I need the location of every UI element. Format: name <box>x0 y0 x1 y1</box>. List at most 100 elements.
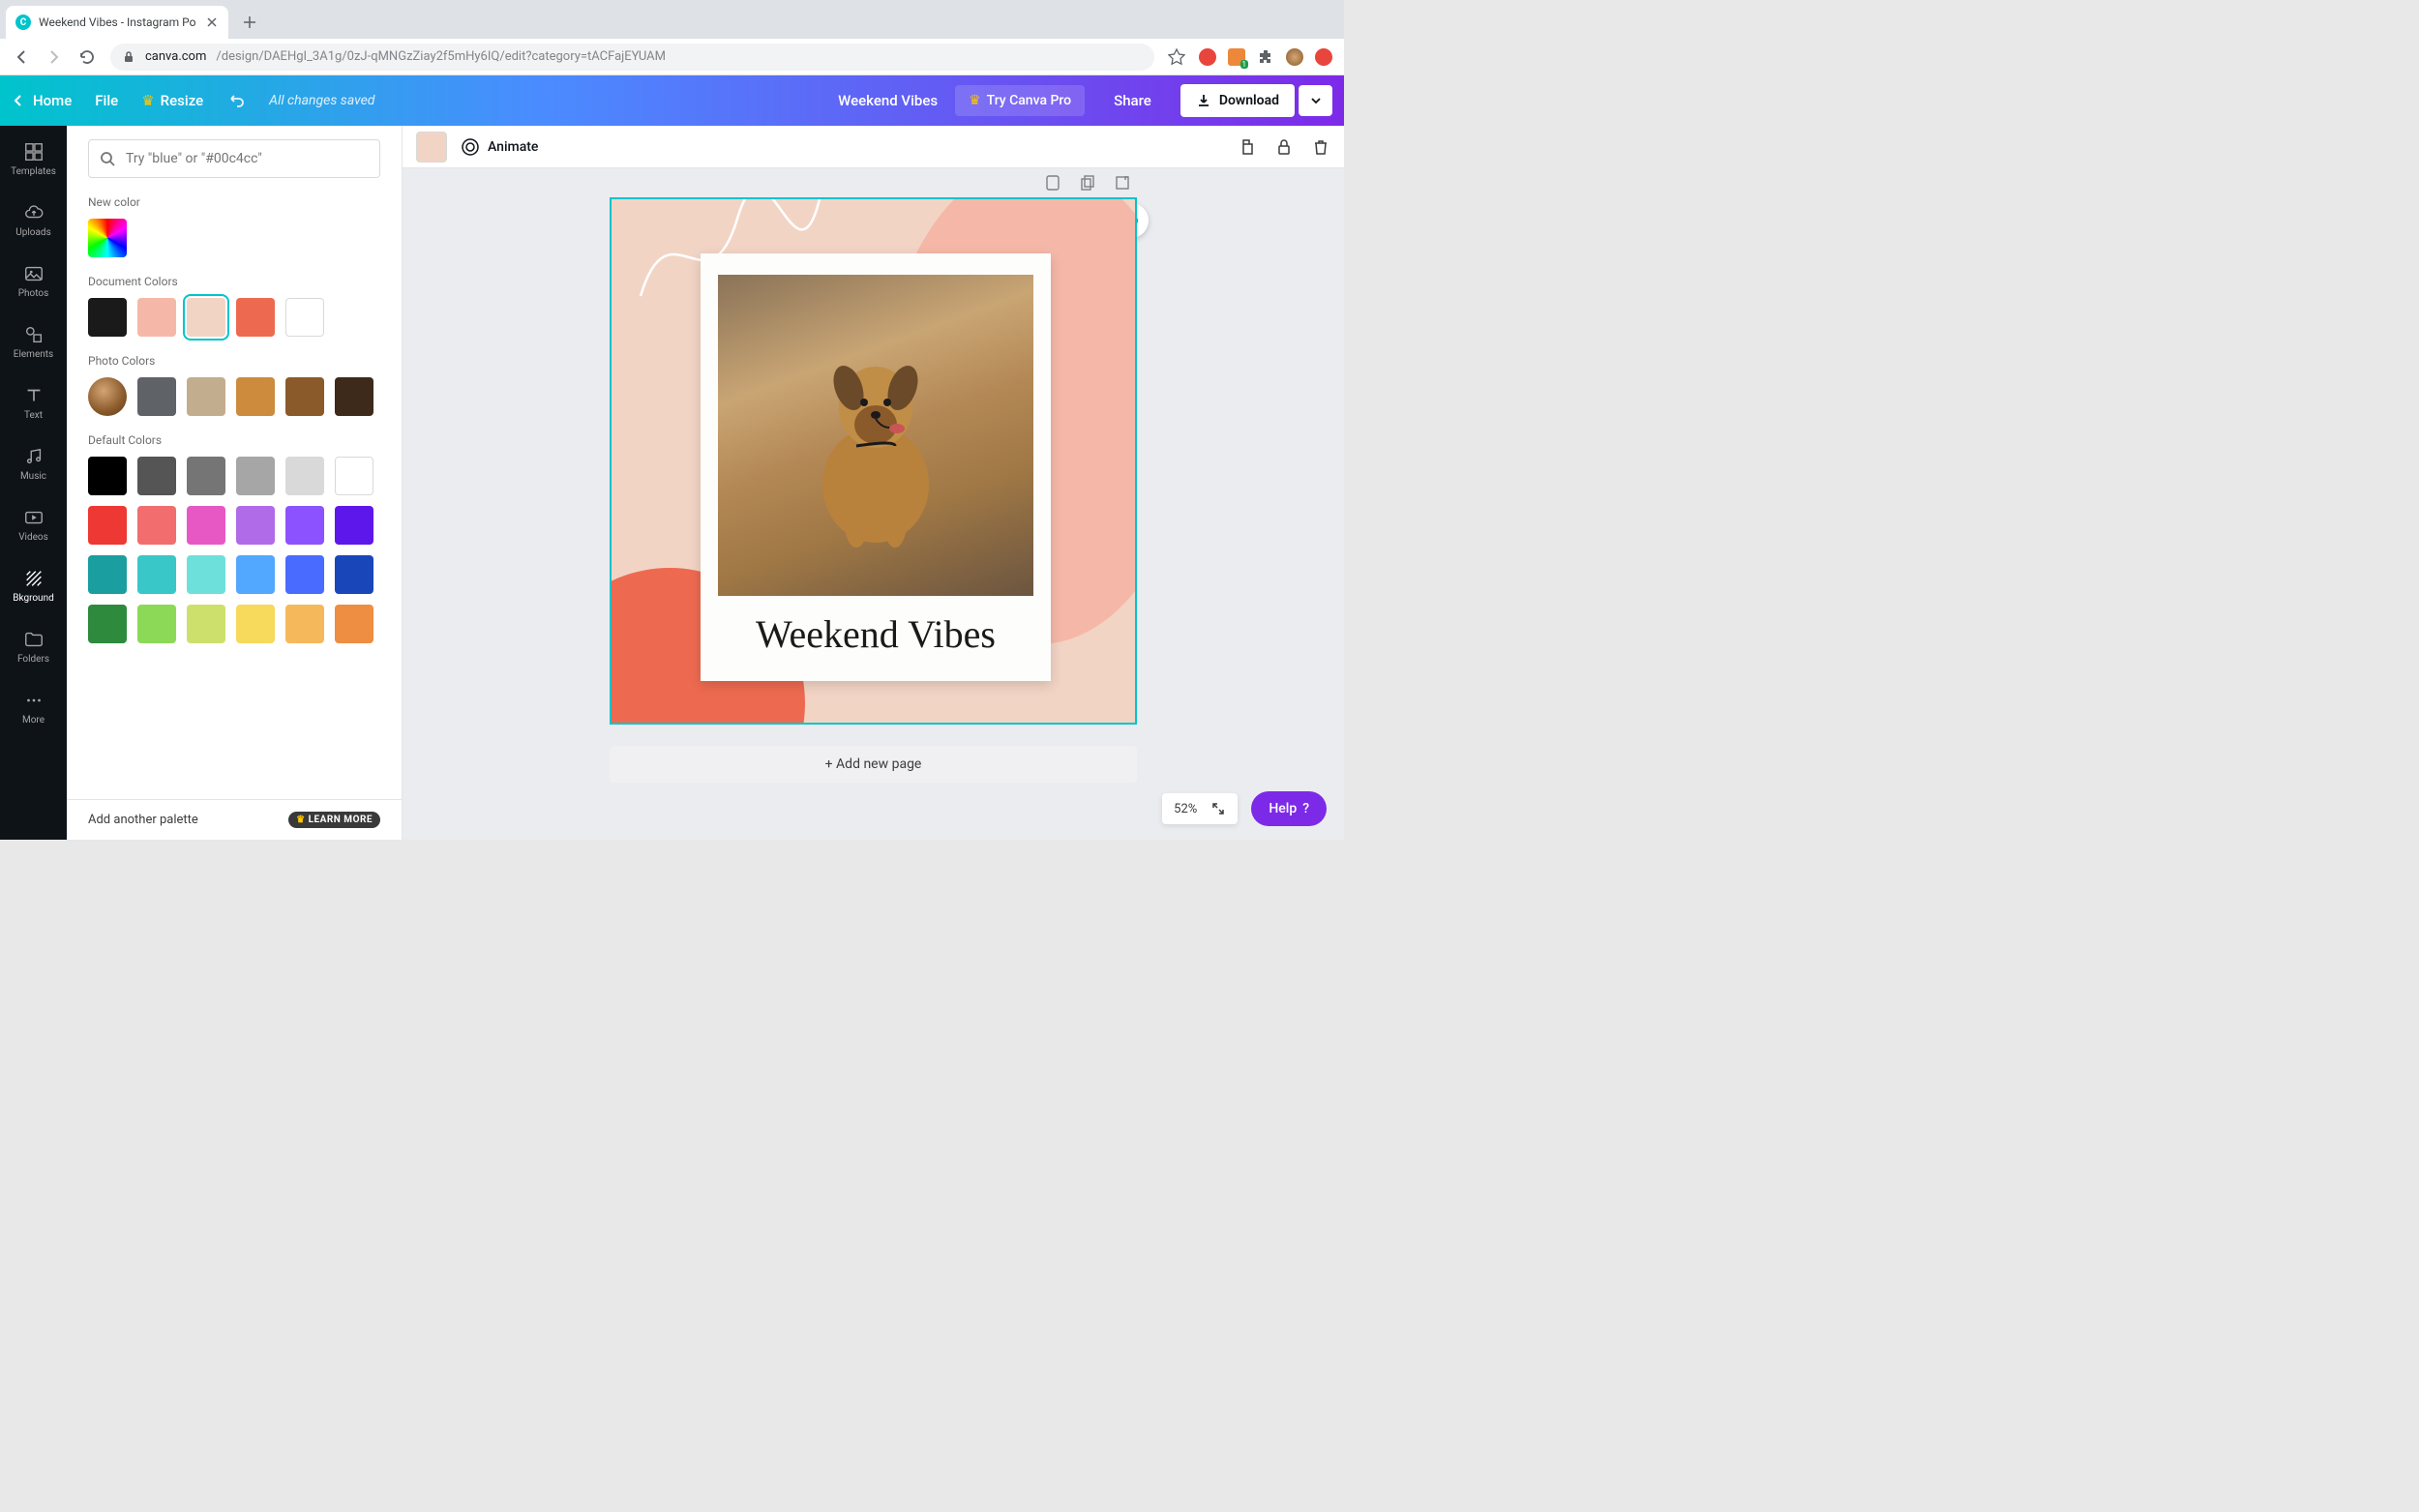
share-button[interactable]: Share <box>1102 84 1163 117</box>
learn-more-button[interactable]: ♛ LEARN MORE <box>288 812 380 828</box>
default-colors-row <box>88 457 380 643</box>
browser-tab[interactable]: C Weekend Vibes - Instagram Po <box>6 6 228 39</box>
color-swatch[interactable] <box>236 506 275 545</box>
text-icon <box>23 385 45 406</box>
nav-bkground[interactable]: Bkground <box>0 562 67 609</box>
notes-icon[interactable] <box>1044 174 1061 192</box>
color-swatch[interactable] <box>285 298 324 337</box>
nav-music[interactable]: Music <box>0 440 67 488</box>
color-swatch[interactable] <box>285 377 324 416</box>
expand-icon[interactable] <box>1210 801 1226 816</box>
color-swatch[interactable] <box>236 555 275 594</box>
color-swatch[interactable] <box>236 377 275 416</box>
undo-button[interactable] <box>226 91 246 110</box>
nav-text[interactable]: Text <box>0 379 67 427</box>
color-swatch[interactable] <box>88 506 127 545</box>
copy-style-button[interactable] <box>1238 137 1257 157</box>
nav-uploads[interactable]: Uploads <box>0 196 67 244</box>
nav-folders[interactable]: Folders <box>0 623 67 670</box>
color-swatch[interactable] <box>88 377 127 416</box>
download-more-button[interactable] <box>1299 85 1332 116</box>
color-swatch[interactable] <box>187 457 225 495</box>
color-swatch[interactable] <box>88 457 127 495</box>
close-tab-icon[interactable] <box>205 15 219 29</box>
color-swatch[interactable] <box>137 605 176 643</box>
color-swatch[interactable] <box>236 457 275 495</box>
color-swatch[interactable] <box>335 555 373 594</box>
color-swatch[interactable] <box>88 298 127 337</box>
polaroid-caption[interactable]: Weekend Vibes <box>718 611 1033 657</box>
default-colors-label: Default Colors <box>88 433 380 447</box>
add-page-icon[interactable] <box>1114 174 1131 192</box>
duplicate-page-icon[interactable] <box>1079 174 1096 192</box>
animate-button[interactable]: Animate <box>461 137 538 157</box>
color-swatch[interactable] <box>236 605 275 643</box>
extensions-menu-icon[interactable] <box>1257 48 1274 66</box>
color-swatch[interactable] <box>236 298 275 337</box>
nav-elements[interactable]: Elements <box>0 318 67 366</box>
color-swatch[interactable] <box>137 506 176 545</box>
download-label: Download <box>1219 93 1279 108</box>
color-panel: Try "blue" or "#00c4cc" New color Docume… <box>67 126 403 840</box>
background-color-chip[interactable] <box>416 132 447 163</box>
color-swatch[interactable] <box>285 506 324 545</box>
document-colors-row <box>88 298 380 337</box>
more-icon <box>23 690 45 711</box>
download-button[interactable]: Download <box>1180 84 1295 117</box>
extension-icon[interactable]: 1 <box>1228 48 1245 66</box>
add-palette-label[interactable]: Add another palette <box>88 813 198 827</box>
url-input[interactable]: canva.com/design/DAEHgI_3A1g/0zJ-qMNGzZi… <box>110 44 1154 71</box>
save-status: All changes saved <box>269 93 374 108</box>
reload-button[interactable] <box>77 47 97 67</box>
zoom-control[interactable]: 52% <box>1162 793 1238 824</box>
lock-button[interactable] <box>1274 137 1294 157</box>
music-icon <box>23 446 45 467</box>
new-color-swatch[interactable] <box>88 219 127 257</box>
color-swatch[interactable] <box>88 605 127 643</box>
nav-label: Uploads <box>15 227 50 238</box>
document-name[interactable]: Weekend Vibes <box>838 92 938 109</box>
forward-button[interactable] <box>45 47 64 67</box>
bookmark-star-icon[interactable] <box>1168 48 1185 66</box>
nav-photos[interactable]: Photos <box>0 257 67 305</box>
color-swatch[interactable] <box>187 605 225 643</box>
color-swatch[interactable] <box>137 377 176 416</box>
color-swatch[interactable] <box>187 555 225 594</box>
color-search-input[interactable]: Try "blue" or "#00c4cc" <box>88 139 380 178</box>
color-swatch[interactable] <box>187 506 225 545</box>
nav-more[interactable]: More <box>0 684 67 731</box>
file-menu[interactable]: File <box>95 92 118 109</box>
color-swatch[interactable] <box>335 605 373 643</box>
extension-icon[interactable] <box>1199 48 1216 66</box>
color-swatch[interactable] <box>137 457 176 495</box>
delete-button[interactable] <box>1311 137 1330 157</box>
nav-templates[interactable]: Templates <box>0 135 67 183</box>
nav-videos[interactable]: Videos <box>0 501 67 548</box>
color-swatch[interactable] <box>88 555 127 594</box>
canvas-wrap: Weekend Vibes + Add new page <box>403 168 1344 840</box>
color-swatch[interactable] <box>137 298 176 337</box>
extension-icon[interactable] <box>1315 48 1332 66</box>
lock-icon <box>122 50 135 64</box>
profile-avatar[interactable] <box>1286 48 1303 66</box>
color-swatch[interactable] <box>285 555 324 594</box>
color-swatch[interactable] <box>187 377 225 416</box>
color-swatch[interactable] <box>285 605 324 643</box>
chevron-left-icon <box>12 94 25 107</box>
home-button[interactable]: Home <box>12 92 72 109</box>
color-swatch[interactable] <box>187 298 225 337</box>
color-swatch[interactable] <box>335 506 373 545</box>
help-button[interactable]: Help ? <box>1251 791 1327 826</box>
color-swatch[interactable] <box>335 377 373 416</box>
try-pro-button[interactable]: ♛ Try Canva Pro <box>955 85 1085 116</box>
color-swatch[interactable] <box>335 457 373 495</box>
color-swatch[interactable] <box>137 555 176 594</box>
back-button[interactable] <box>12 47 31 67</box>
resize-button[interactable]: ♛ Resize <box>141 92 203 109</box>
design-canvas[interactable]: Weekend Vibes <box>610 197 1137 725</box>
polaroid-frame[interactable]: Weekend Vibes <box>701 253 1051 681</box>
add-page-button[interactable]: + Add new page <box>610 746 1137 783</box>
app-bar-right: Weekend Vibes ♛ Try Canva Pro Share Down… <box>838 84 1332 117</box>
new-tab-button[interactable] <box>236 9 263 36</box>
color-swatch[interactable] <box>285 457 324 495</box>
